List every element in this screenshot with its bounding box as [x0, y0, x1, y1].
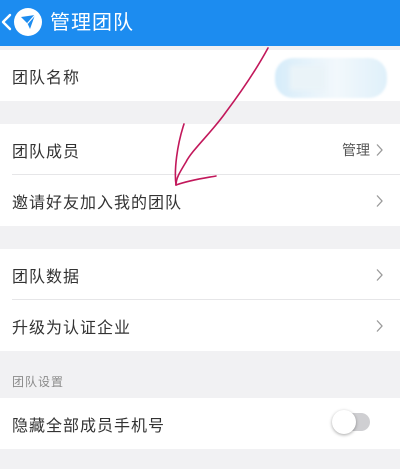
- chevron-right-icon: [376, 319, 383, 332]
- chevron-left-icon[interactable]: [0, 9, 14, 35]
- team-name-row[interactable]: 团队名称: [0, 50, 400, 101]
- team-name-label: 团队名称: [12, 67, 81, 87]
- hide-phones-label: 隐藏全部成员手机号: [12, 415, 166, 435]
- team-name-section: 团队名称: [0, 50, 400, 101]
- team-data-row[interactable]: 团队数据: [0, 249, 400, 300]
- team-settings-section: 隐藏全部成员手机号: [0, 398, 400, 449]
- invite-friends-label: 邀请好友加入我的团队: [12, 192, 183, 212]
- invite-friends-row[interactable]: 邀请好友加入我的团队: [0, 175, 400, 226]
- navigation-bar: 管理团队: [0, 0, 400, 46]
- chevron-right-icon: [376, 194, 383, 207]
- members-section: 团队成员 管理 邀请好友加入我的团队: [0, 124, 400, 226]
- team-data-label: 团队数据: [12, 266, 81, 286]
- team-settings-header: 团队设置: [12, 375, 65, 389]
- chevron-right-icon: [376, 143, 383, 156]
- team-members-label: 团队成员: [12, 141, 81, 161]
- toggle-knob: [332, 410, 356, 434]
- chevron-right-icon: [376, 268, 383, 281]
- page-title: 管理团队: [50, 10, 134, 34]
- upgrade-enterprise-label: 升级为认证企业: [12, 317, 132, 337]
- team-name-value-blur-detail: [290, 66, 325, 90]
- manage-link[interactable]: 管理: [342, 140, 370, 160]
- team-members-row[interactable]: 团队成员 管理: [0, 124, 400, 175]
- app-logo-icon: [14, 8, 42, 36]
- upgrade-enterprise-row[interactable]: 升级为认证企业: [0, 300, 400, 351]
- hide-phones-row: 隐藏全部成员手机号: [0, 398, 400, 449]
- hide-phones-toggle[interactable]: [332, 410, 370, 434]
- team-data-section: 团队数据 升级为认证企业: [0, 249, 400, 351]
